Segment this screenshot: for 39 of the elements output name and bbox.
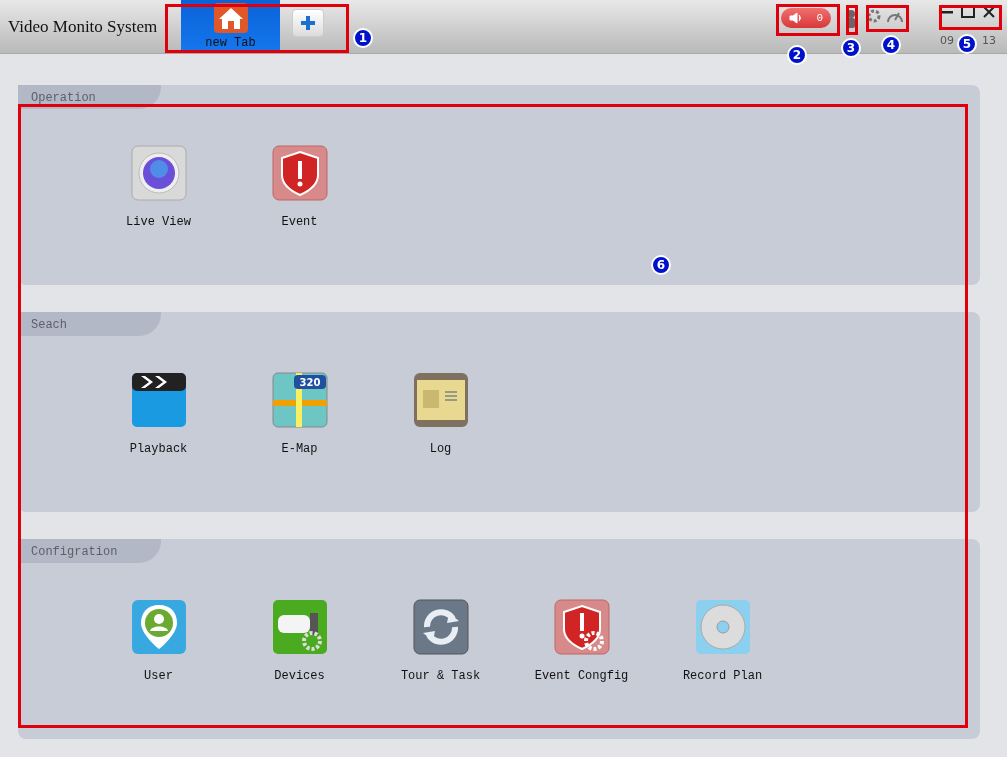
refresh-arrows-icon (412, 599, 469, 655)
settings-icon[interactable] (866, 8, 882, 24)
module-launcher[interactable]: Live View (88, 145, 229, 229)
module-launcher[interactable]: 320 E-Map (229, 372, 370, 456)
module-launcher[interactable]: Playback (88, 372, 229, 456)
callout-number: 3 (841, 38, 861, 58)
volume-control[interactable]: 0 (781, 8, 831, 28)
shield-alert-gear-icon (553, 599, 610, 655)
plus-icon (300, 15, 316, 31)
module-launcher[interactable]: Event (229, 145, 370, 229)
highlight-frame (939, 5, 1002, 30)
home-icon (213, 3, 248, 33)
app-title: Video Monito System (7, 17, 159, 38)
map-icon: 320 (271, 372, 328, 428)
module-launcher[interactable]: Log (370, 372, 511, 456)
clapperboard-icon (130, 372, 187, 428)
user-pin-icon (130, 599, 187, 655)
section-title: Seach (18, 312, 161, 336)
module-launcher[interactable]: Record Plan (652, 599, 793, 683)
callout-number: 2 (787, 45, 807, 65)
module-launcher[interactable]: Devices (229, 599, 370, 683)
date-text: 09 (940, 34, 954, 47)
user-icon[interactable] (846, 8, 856, 30)
volume-value: 0 (816, 12, 823, 24)
module-launcher[interactable]: Event Congfig (511, 599, 652, 683)
highlight-frame (776, 4, 840, 36)
section-title: Configration (18, 539, 161, 563)
notebook-icon (412, 372, 469, 428)
module-launcher[interactable]: User (88, 599, 229, 683)
speaker-icon (789, 12, 803, 24)
lens-icon (130, 145, 187, 201)
highlight-frame (846, 5, 858, 35)
shield-alert-icon (271, 145, 328, 201)
date-text: 13 (982, 34, 996, 47)
camera-gear-icon (271, 599, 328, 655)
add-tab-button[interactable] (292, 9, 324, 37)
module-launcher[interactable]: Tour & Task (370, 599, 511, 683)
highlight-frame (866, 5, 909, 32)
section-title: Operation (18, 85, 161, 109)
